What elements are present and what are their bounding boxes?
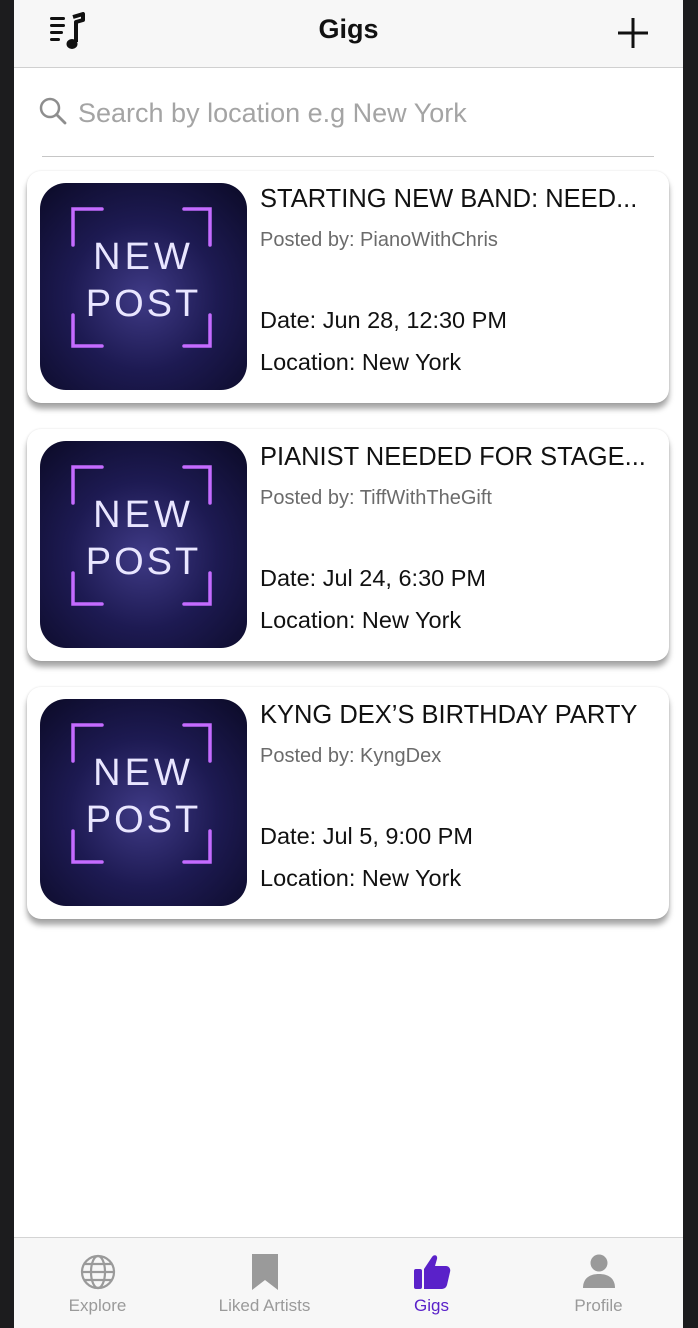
gig-card[interactable]: NEW POST STARTING NEW BAND: NEED... Post… — [27, 171, 669, 403]
new-post-thumbnail: NEW POST — [40, 441, 247, 648]
tab-label: Profile — [574, 1296, 623, 1315]
search-divider — [42, 156, 654, 157]
gig-date: Date: Jul 5, 9:00 PM — [260, 823, 473, 849]
thumbnail-line1: NEW — [93, 236, 194, 278]
tab-profile[interactable]: Profile — [515, 1238, 682, 1328]
gig-title: KYNG DEX’S BIRTHDAY PARTY — [260, 701, 638, 729]
gig-title: PIANIST NEEDED FOR STAGE... — [260, 443, 646, 471]
new-post-thumbnail: NEW POST — [40, 699, 247, 906]
gig-location: Location: New York — [260, 349, 462, 375]
thumbnail-line2: POST — [86, 541, 201, 583]
thumbnail-line2: POST — [86, 283, 201, 325]
search-bar — [38, 84, 658, 140]
gig-posted-by: Posted by: TiffWithTheGift — [260, 487, 492, 509]
gig-location: Location: New York — [260, 865, 462, 891]
tab-liked-artists[interactable]: Liked Artists — [181, 1238, 348, 1328]
thumbnail-line1: NEW — [93, 752, 194, 794]
tab-explore[interactable]: Explore — [14, 1238, 181, 1328]
thumbs-up-icon — [412, 1252, 452, 1292]
gigs-screen: Gigs N — [14, 0, 683, 1328]
new-post-thumbnail: NEW POST — [40, 183, 247, 390]
gig-card[interactable]: NEW POST KYNG DEX’S BIRTHDAY PARTY Poste… — [27, 687, 669, 919]
page-title: Gigs — [318, 14, 379, 44]
search-icon — [38, 96, 68, 126]
person-icon — [579, 1252, 619, 1292]
gig-card[interactable]: NEW POST PIANIST NEEDED FOR STAGE... Pos… — [27, 429, 669, 661]
gig-location: Location: New York — [260, 607, 462, 633]
thumbnail-line1: NEW — [93, 494, 194, 536]
tab-label: Liked Artists — [218, 1296, 311, 1315]
plus-icon[interactable] — [614, 14, 652, 52]
bookmark-icon — [245, 1252, 285, 1292]
globe-icon — [78, 1252, 118, 1292]
gig-posted-by: Posted by: KyngDex — [260, 745, 442, 767]
navigation-bar: Gigs — [14, 0, 683, 68]
search-input[interactable] — [76, 90, 640, 136]
tab-label: Gigs — [414, 1296, 449, 1315]
tab-label: Explore — [68, 1296, 127, 1315]
tab-bar: Explore Liked Artists Gigs Profile — [14, 1237, 683, 1328]
gig-posted-by: Posted by: PianoWithChris — [260, 229, 498, 251]
gig-date: Date: Jul 24, 6:30 PM — [260, 565, 486, 591]
tab-gigs[interactable]: Gigs — [348, 1238, 515, 1328]
gig-title: STARTING NEW BAND: NEED... — [260, 185, 638, 213]
thumbnail-line2: POST — [86, 799, 201, 841]
gig-date: Date: Jun 28, 12:30 PM — [260, 307, 507, 333]
